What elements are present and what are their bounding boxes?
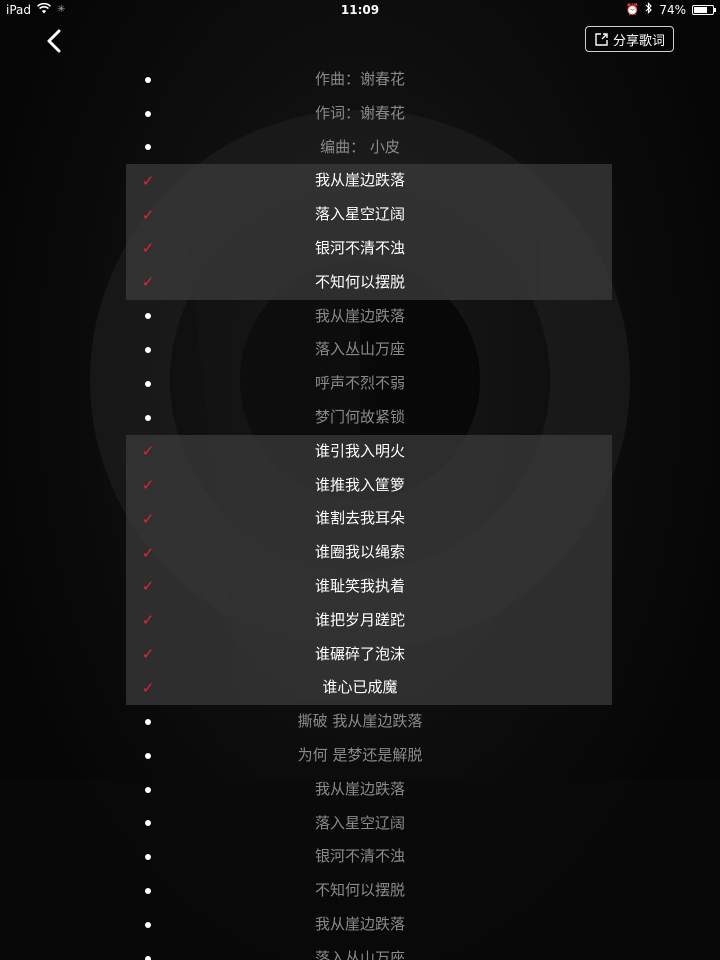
lyric-text: 谁心已成魔 [322,678,398,697]
lyrics-list: 作曲：谢春花 作词：谢春花 编曲： 小皮 ✓ 我从崖边跌落 ✓ 落入星空辽阔 ✓ 银河不清不浊 ✓… [0,63,720,960]
lyric-line[interactable]: 作曲：谢春花 [0,63,720,97]
lyric-text: 落入星空辽阔 [314,205,405,224]
lyric-text: 银河不清不浊 [314,238,405,257]
lyric-text: 作曲：谢春花 [314,70,405,88]
lyric-line[interactable]: 为何 是梦还是解脱 [0,739,720,773]
lyric-text: 谁碾碎了泡沫 [314,644,405,663]
lyric-text: 不知何以摆脱 [314,881,405,900]
lyric-line[interactable]: 撕破 我从崖边跌落 [0,705,720,739]
lyric-text: 落入丛山万座 [314,948,405,960]
lyric-line[interactable]: ✓ 谁割去我耳朵 [0,502,720,536]
lyric-line[interactable]: 我从崖边跌落 [0,773,720,807]
share-lyrics-label: 分享歌词 [612,33,665,49]
lyric-text: 落入星空辽阔 [314,813,405,832]
status-time: 11:09 [340,3,380,17]
lyric-text: 不知何以摆脱 [314,272,405,291]
lyric-text: 呼声不烈不弱 [314,374,405,393]
lyric-line[interactable]: ✓ 谁碾碎了泡沫 [0,637,720,672]
lyric-text: 谁引我入明火 [314,441,405,460]
lyric-line[interactable]: ✓ 谁把岁月蹉跎 [0,603,720,638]
lyric-text: 作词：谢春花 [314,103,405,122]
lyric-text: 我从崖边跌落 [314,171,405,190]
bluetooth-icon [645,0,653,20]
lyric-text: 编曲： 小皮 [320,137,400,156]
lyric-text: 梦门何故紧锁 [314,407,405,426]
lyric-text: 我从崖边跌落 [314,779,405,798]
lyric-line[interactable]: 呼声不烈不弱 [0,367,720,401]
lyric-line[interactable]: 落入星空辽阔 [0,807,720,841]
lyric-text: 撕破 我从崖边跌落 [297,712,423,731]
lyric-line[interactable]: 梦门何故紧锁 [0,401,720,435]
battery-level [694,7,708,13]
share-icon [595,32,608,46]
lyric-text: 谁割去我耳朵 [314,509,405,528]
lyric-line[interactable]: ✓ 谁引我入明火 [0,434,720,469]
battery-percent: 74% [659,3,686,17]
status-bar: iPad ✳ 11:09 ⏰ 74% [0,0,720,20]
lyric-text: 谁圈我以绳索 [314,543,405,562]
battery-icon [692,5,716,15]
lyric-text: 谁推我入筐箩 [314,475,405,494]
lyric-text: 谁耻笑我执着 [314,576,405,595]
status-right: ⏰ 74% [625,0,716,20]
lyric-line[interactable]: 银河不清不浊 [0,840,720,874]
lyric-line[interactable]: ✓ 银河不清不浊 [0,231,720,266]
lyric-text: 银河不清不浊 [314,847,405,866]
lyric-text: 我从崖边跌落 [314,306,405,325]
lyric-line[interactable]: ✓ 谁推我入筐箩 [0,468,720,503]
lyric-line[interactable]: 落入丛山万座 [0,942,720,960]
lyric-text: 落入丛山万座 [314,340,405,359]
lyric-line[interactable]: ✓ 不知何以摆脱 [0,265,720,300]
lyric-line[interactable]: ✓ 我从崖边跌落 [0,164,720,198]
lyric-line[interactable]: 编曲： 小皮 [0,131,720,165]
lyric-line[interactable]: 我从崖边跌落 [0,300,720,334]
lyric-line[interactable]: 不知何以摆脱 [0,874,720,908]
lyric-text: 为何 是梦还是解脱 [297,745,423,764]
lyric-text: 谁把岁月蹉跎 [314,610,405,629]
back-button[interactable] [38,26,70,56]
lyric-line[interactable]: 我从崖边跌落 [0,908,720,942]
lyric-line[interactable]: 落入丛山万座 [0,333,720,367]
share-lyrics-button[interactable]: 分享歌词 [584,26,674,52]
lyric-line[interactable]: 作词：谢春花 [0,97,720,131]
lyric-line[interactable]: ✓ 谁圈我以绳索 [0,536,720,570]
lyric-line[interactable]: ✓ 落入星空辽阔 [0,198,720,232]
alarm-icon: ⏰ [625,3,640,16]
chevron-left-icon [47,29,61,53]
lyric-line[interactable]: ✓ 谁耻笑我执着 [0,569,720,604]
lyrics-share-screen: iPad ✳ 11:09 ⏰ 74% 分享歌词 作曲：谢春花 作词：谢春花 编曲… [0,0,720,960]
lyric-line[interactable]: ✓ 谁心已成魔 [0,671,720,705]
lyric-text: 我从崖边跌落 [314,914,405,933]
